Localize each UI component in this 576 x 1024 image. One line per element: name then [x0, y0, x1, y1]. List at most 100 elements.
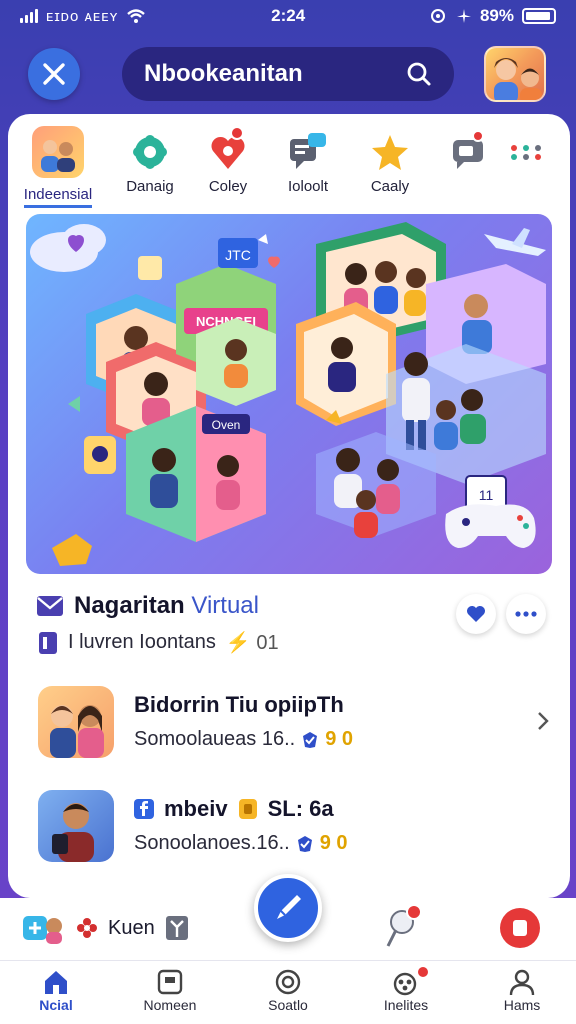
notification-badge [230, 126, 244, 140]
tab-label: Hams [503, 997, 541, 1013]
signal-icon [20, 9, 38, 23]
square-icon [157, 969, 183, 995]
list-item[interactable]: mbeiv SL: 6a Sonoolanoes.16.. 9 0 [38, 790, 558, 866]
tab-nomeen[interactable]: Nomeen [120, 967, 220, 1013]
tab-ncial[interactable]: Ncial [6, 967, 106, 1013]
close-icon [43, 63, 65, 85]
search-bar[interactable]: Nbookeanitan [122, 47, 454, 101]
tab-label: Inelites [383, 997, 429, 1013]
list-item-title-row: mbeiv SL: 6a [134, 796, 334, 822]
airplane-icon [484, 228, 546, 256]
envelope-icon [37, 596, 63, 616]
close-button[interactable] [28, 48, 80, 100]
category-row: Indeensial Danaig Coley Ioloolt Caaly [8, 126, 570, 216]
circle-icon [275, 969, 301, 995]
hero-illustration: NCHNGEI JTC Oven 11 [30, 222, 546, 566]
person-icon [509, 969, 535, 996]
video-cube-right-small [196, 318, 276, 406]
hero-board-text: JTC [225, 247, 251, 263]
status-bar: ᴇɪᴅᴏ ᴀᴇᴇʏ 2:24 89% [0, 0, 576, 32]
list-item-meta: 9 0 [325, 728, 354, 750]
game-controller-icon: 11 [445, 475, 536, 548]
action-bar-label: Kuen [108, 916, 155, 939]
feature-title: Nagaritan Virtual [74, 592, 259, 620]
hero-banner[interactable]: NCHNGEI JTC Oven 11 [26, 214, 552, 574]
hero-tag-text: Oven [212, 418, 241, 432]
gift-box-icon [165, 916, 188, 940]
list-item-title-badge: SL: 6a [267, 796, 334, 821]
like-button[interactable] [456, 594, 496, 634]
profile-avatar[interactable] [484, 46, 546, 102]
compose-fab-button[interactable] [254, 874, 322, 942]
clock: 2:24 [271, 6, 306, 25]
video-panel-right-mid [296, 302, 396, 426]
list-item[interactable]: Bidorrin Tiu opiipTh Somoolaueas 16.. 9 … [38, 686, 558, 762]
list-thumbnail [38, 686, 114, 758]
list-item-subtitle: Somoolaueas 16.. [134, 728, 296, 750]
list-item-subtitle-row: Somoolaueas 16.. 9 0 [134, 728, 353, 751]
list-item-meta: 9 0 [319, 832, 348, 854]
list-item-title: mbeiv [164, 796, 228, 821]
list-item-subtitle-row: Sonoolanoes.16.. 9 0 [134, 832, 348, 855]
list-item-subtitle: Sonoolanoes.16.. [134, 832, 290, 854]
tab-inelites[interactable]: Inelites [356, 965, 456, 1013]
list-thumbnail [38, 790, 114, 862]
tab-hams[interactable]: Hams [472, 967, 572, 1013]
heart-pin-icon [202, 126, 254, 178]
tab-label: Ncial [39, 997, 73, 1013]
notification-badge [416, 965, 430, 979]
wifi-icon [127, 9, 146, 23]
bottom-tab-bar: Ncial Nomeen Soatlo Inelites Hams [0, 960, 576, 1024]
category-item-indeensial[interactable]: Indeensial [10, 126, 106, 208]
category-label: Caaly [370, 178, 410, 195]
tab-label: Nomeen [143, 997, 197, 1013]
people-group-bottom [316, 432, 436, 538]
record-button[interactable] [500, 908, 540, 948]
facebook-icon [134, 799, 154, 819]
pen-check-icon [277, 895, 301, 919]
document-icon [39, 631, 57, 654]
action-bar-left[interactable]: Kuen [22, 912, 189, 944]
pin-button[interactable] [384, 904, 424, 955]
heart-icon [467, 606, 485, 622]
feature-subtitle-row: I luvren Ioontans ⚡ 01 [38, 630, 279, 655]
feature-count: ⚡ 01 [225, 632, 279, 654]
feature-title-main: Nagaritan [74, 592, 185, 619]
more-options-button[interactable] [506, 594, 546, 634]
battery-icon [522, 8, 556, 24]
more-dots-icon [515, 611, 537, 617]
feature-subtitle: I luvren Ioontans [68, 631, 216, 653]
coin-badge-icon [238, 799, 257, 819]
chat-bubble-icon [282, 126, 334, 178]
cloud-heart-icon [30, 224, 106, 272]
more-dots-icon [500, 126, 552, 178]
people-photo-icon [32, 126, 84, 178]
category-label: Danaig [126, 178, 174, 195]
notification-badge [472, 130, 484, 142]
category-label: Ioloolt [287, 178, 329, 195]
search-icon[interactable] [406, 61, 432, 87]
carrier-label: ᴇɪᴅᴏ ᴀᴇᴇʏ [46, 7, 119, 25]
tab-label: Soatlo [268, 997, 308, 1013]
flower-icon [77, 918, 97, 938]
star-icon [364, 126, 416, 178]
category-label: Indeensial [23, 186, 93, 208]
pin-icon [386, 904, 422, 947]
location-icon [430, 9, 445, 23]
search-input[interactable]: Nbookeanitan [144, 60, 406, 88]
verified-badge-icon [297, 835, 312, 852]
airplane-mode-icon [456, 9, 471, 23]
chevron-right-icon[interactable] [536, 710, 550, 732]
gear-flower-icon [124, 126, 176, 178]
hero-card-text: 11 [479, 487, 494, 503]
verified-badge-icon [303, 731, 318, 748]
category-label: Coley [208, 178, 248, 195]
home-icon [45, 971, 67, 994]
list-item-title: Bidorrin Tiu opiipTh [134, 692, 344, 717]
category-item-more[interactable] [486, 126, 566, 178]
main-card: Indeensial Danaig Coley Ioloolt Caaly NC… [8, 114, 570, 898]
add-user-icon [23, 916, 62, 944]
battery-percent: 89% [479, 6, 514, 25]
top-bar: Nbookeanitan [0, 42, 576, 106]
tab-soatlo[interactable]: Soatlo [238, 967, 338, 1013]
